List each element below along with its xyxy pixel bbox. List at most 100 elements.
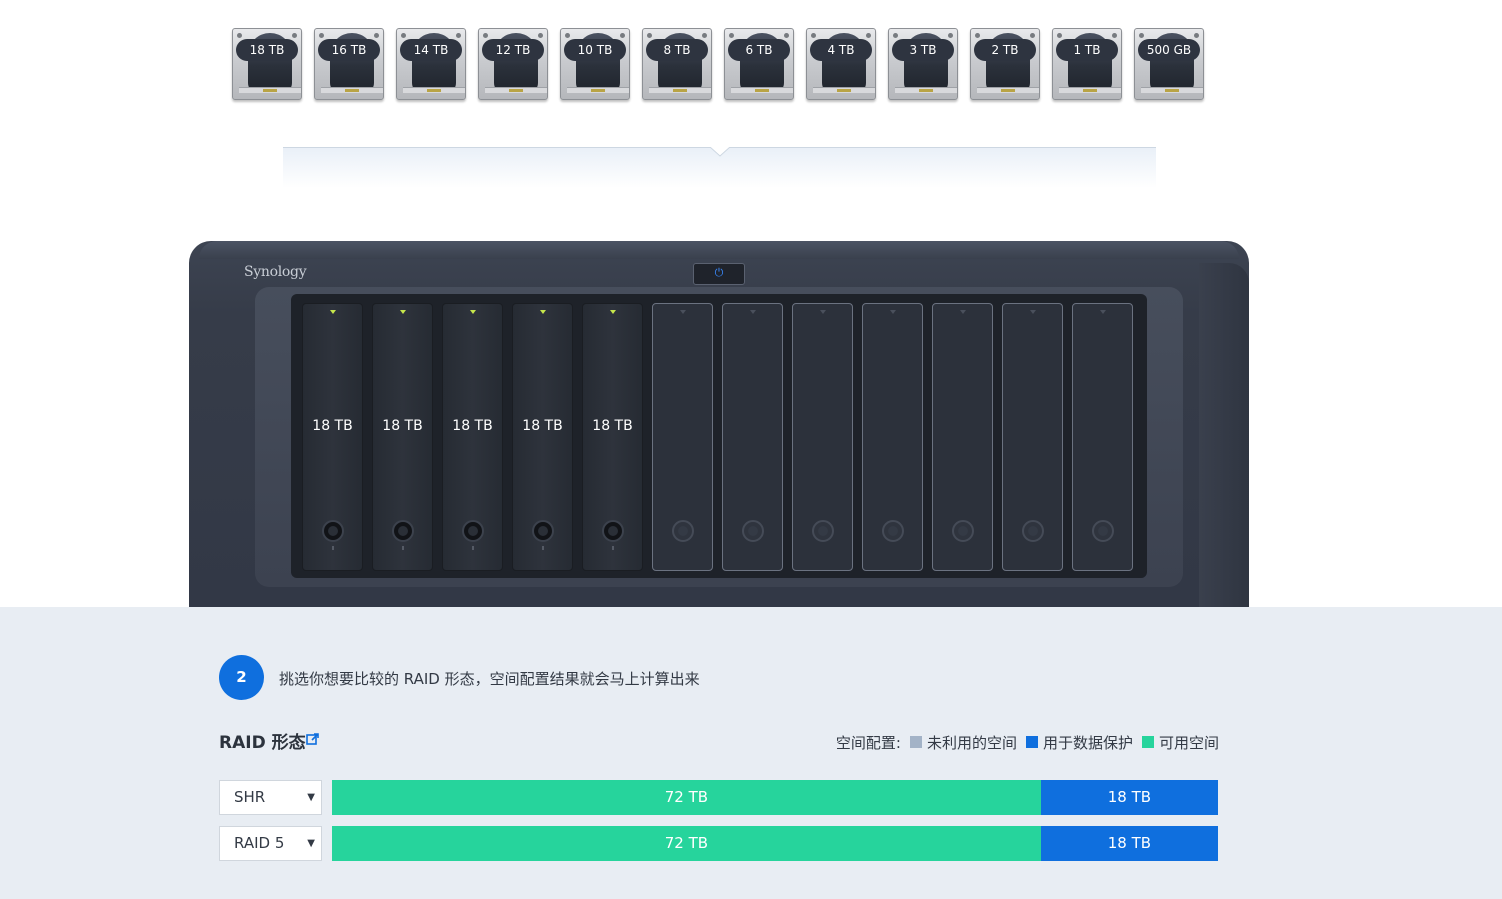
available-space-segment: 72 TB — [332, 780, 1041, 815]
drive-capacity-label: 1 TB — [1056, 39, 1118, 61]
status-led-icon — [680, 310, 686, 314]
drive-option-16tb[interactable]: 16 TB — [312, 26, 386, 102]
drive-bay-12-empty[interactable] — [1072, 303, 1133, 571]
bay-latch-icon — [1092, 520, 1114, 542]
bay-latch-icon — [532, 520, 554, 542]
status-led-icon — [330, 310, 336, 314]
drive-bay-10-empty[interactable] — [932, 303, 993, 571]
drive-capacity-label: 4 TB — [810, 39, 872, 61]
drive-bay-2[interactable]: 18 TB — [372, 303, 433, 571]
status-led-icon — [610, 310, 616, 314]
power-button[interactable]: ⏻ — [693, 263, 745, 285]
raid-type-select[interactable]: RAID 5 ▼ — [219, 826, 322, 861]
bay-capacity: 18 TB — [592, 418, 633, 434]
legend-swatch-available — [1141, 736, 1154, 748]
raid-row-1: SHR ▼ 72 TB 18 TB — [219, 780, 1218, 815]
drive-bay-7-empty[interactable] — [722, 303, 783, 571]
raid-type-value: RAID 5 — [234, 834, 285, 852]
drive-option-10tb[interactable]: 10 TB — [558, 26, 632, 102]
drive-option-2tb[interactable]: 2 TB — [968, 26, 1042, 102]
drive-picker: 18 TB 16 TB 14 TB 12 TB 10 TB 8 TB 6 TB … — [230, 26, 1210, 106]
drive-option-18tb[interactable]: 18 TB — [230, 26, 304, 102]
capacity-bar: 72 TB 18 TB — [332, 780, 1218, 815]
raid-config-panel: 2 挑选你想要比较的 RAID 形态，空间配置结果就会马上计算出来 RAID 形… — [0, 607, 1502, 899]
raid-type-select[interactable]: SHR ▼ — [219, 780, 322, 815]
step-instruction: 挑选你想要比较的 RAID 形态，空间配置结果就会马上计算出来 — [279, 670, 700, 688]
drive-capacity-label: 8 TB — [646, 39, 708, 61]
drive-bay-9-empty[interactable] — [862, 303, 923, 571]
drive-bay-8-empty[interactable] — [792, 303, 853, 571]
legend-label-available: 可用空间 — [1158, 733, 1219, 752]
bay-latch-icon — [812, 520, 834, 542]
drive-capacity-label: 18 TB — [236, 39, 298, 61]
drive-capacity-label: 14 TB — [400, 39, 462, 61]
drive-option-500gb[interactable]: 500 GB — [1132, 26, 1206, 102]
legend-swatch-protection — [1025, 736, 1038, 748]
bay-latch-icon — [322, 520, 344, 542]
status-led-icon — [890, 310, 896, 314]
drive-capacity-label: 10 TB — [564, 39, 626, 61]
bay-latch-icon — [952, 520, 974, 542]
legend-label-unused: 未利用的空间 — [926, 733, 1017, 752]
protection-space-segment: 18 TB — [1040, 780, 1218, 815]
legend-swatch-unused — [909, 736, 922, 748]
drive-capacity-label: 16 TB — [318, 39, 380, 61]
drive-bay-11-empty[interactable] — [1002, 303, 1063, 571]
capacity-bar: 72 TB 18 TB — [332, 826, 1218, 861]
step-number-badge: 2 — [219, 655, 264, 700]
drive-capacity-label: 6 TB — [728, 39, 790, 61]
drive-bay-3[interactable]: 18 TB — [442, 303, 503, 571]
raid-section-title: RAID 形态 — [219, 733, 306, 753]
drive-option-6tb[interactable]: 6 TB — [722, 26, 796, 102]
protection-space-segment: 18 TB — [1040, 826, 1218, 861]
status-led-icon — [470, 310, 476, 314]
bay-capacity: 18 TB — [522, 418, 563, 434]
status-led-icon — [820, 310, 826, 314]
drive-option-3tb[interactable]: 3 TB — [886, 26, 960, 102]
drive-capacity-label: 12 TB — [482, 39, 544, 61]
status-led-icon — [540, 310, 546, 314]
nas-top-edge — [199, 241, 1239, 259]
bay-capacity: 18 TB — [312, 418, 353, 434]
nas-side-panel — [1199, 263, 1249, 607]
status-led-icon — [750, 310, 756, 314]
power-icon: ⏻ — [714, 266, 724, 279]
legend-label-protection: 用于数据保护 — [1042, 733, 1133, 752]
drive-option-1tb[interactable]: 1 TB — [1050, 26, 1124, 102]
raid-type-value: SHR — [234, 788, 266, 806]
status-led-icon — [960, 310, 966, 314]
bay-latch-icon — [462, 520, 484, 542]
drive-bay-1[interactable]: 18 TB — [302, 303, 363, 571]
available-space-segment: 72 TB — [332, 826, 1041, 861]
drive-bay-5[interactable]: 18 TB — [582, 303, 643, 571]
drive-capacity-label: 500 GB — [1138, 39, 1200, 61]
status-led-icon — [1100, 310, 1106, 314]
bay-capacity: 18 TB — [452, 418, 493, 434]
drive-option-4tb[interactable]: 4 TB — [804, 26, 878, 102]
bay-latch-icon — [672, 520, 694, 542]
drive-option-12tb[interactable]: 12 TB — [476, 26, 550, 102]
bay-latch-icon — [882, 520, 904, 542]
divider-caret-icon — [710, 147, 730, 157]
bay-latch-icon — [742, 520, 764, 542]
raid-row-2: RAID 5 ▼ 72 TB 18 TB — [219, 826, 1218, 861]
dropdown-arrow-icon: ▼ — [307, 792, 315, 803]
drive-bay-6-empty[interactable] — [652, 303, 713, 571]
drive-option-14tb[interactable]: 14 TB — [394, 26, 468, 102]
nas-device: Synology ⏻ 18 TB 18 TB 18 TB 18 TB 18 TB — [189, 241, 1249, 607]
dropdown-arrow-icon: ▼ — [307, 838, 315, 849]
status-led-icon — [1030, 310, 1036, 314]
bay-latch-icon — [602, 520, 624, 542]
bay-capacity: 18 TB — [382, 418, 423, 434]
legend-title: 空间配置: — [835, 733, 901, 752]
space-legend: 空间配置: 未利用的空间 用于数据保护 可用空间 — [836, 732, 1219, 752]
status-led-icon — [400, 310, 406, 314]
drive-capacity-label: 3 TB — [892, 39, 954, 61]
drive-option-8tb[interactable]: 8 TB — [640, 26, 714, 102]
bay-latch-icon — [392, 520, 414, 542]
drive-capacity-label: 2 TB — [974, 39, 1036, 61]
nas-brand-logo: Synology — [244, 264, 307, 280]
drive-bay-4[interactable]: 18 TB — [512, 303, 573, 571]
external-link-icon[interactable] — [306, 732, 320, 746]
bay-latch-icon — [1022, 520, 1044, 542]
